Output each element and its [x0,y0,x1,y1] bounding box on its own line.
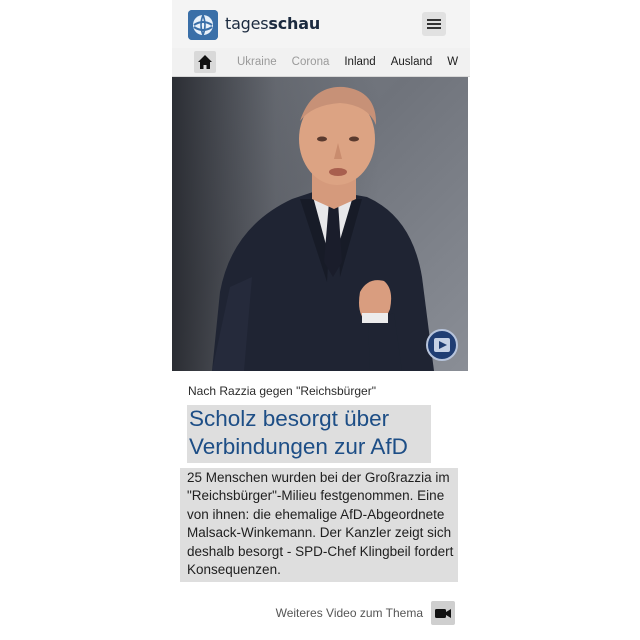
video-camera-icon [431,601,455,625]
hamburger-menu-icon-bar [427,23,441,25]
site-logo-text[interactable]: tagesschau [225,14,320,33]
play-button[interactable] [426,329,458,361]
site-header: tagesschau [172,0,470,48]
section-nav: Ukraine Corona Inland Ausland W [172,48,470,77]
play-icon [434,338,450,352]
mobile-page: tagesschau Ukraine Corona Inland Ausland… [172,0,470,640]
brand-bold: schau [268,14,321,33]
nav-item-w[interactable]: W [447,56,458,68]
more-video-link[interactable]: Weiteres Video zum Thema [276,601,455,625]
home-button[interactable] [194,51,216,73]
article-headline[interactable]: Scholz besorgt über Verbindungen zur AfD [187,405,431,463]
tagesschau-globe-icon[interactable] [188,10,218,40]
nav-item-ukraine[interactable]: Ukraine [237,56,277,68]
more-video-label: Weiteres Video zum Thema [275,606,423,620]
nav-item-corona[interactable]: Corona [292,56,330,68]
speaker-illustration [212,86,434,371]
brand-light: tages [225,14,269,33]
menu-button[interactable] [422,12,446,36]
nav-items: Ukraine Corona Inland Ausland W [237,48,470,76]
home-icon [198,55,212,69]
article-topline: Nach Razzia gegen "Reichsbürger" [188,384,376,398]
nav-item-ausland[interactable]: Ausland [391,56,433,68]
article-teaser[interactable]: 25 Menschen wurden bei der Großrazzia im… [180,468,458,583]
hamburger-menu-icon [427,19,441,21]
hero-video-image[interactable] [172,77,468,371]
hamburger-menu-icon-bar [427,27,441,29]
nav-item-inland[interactable]: Inland [344,56,375,68]
